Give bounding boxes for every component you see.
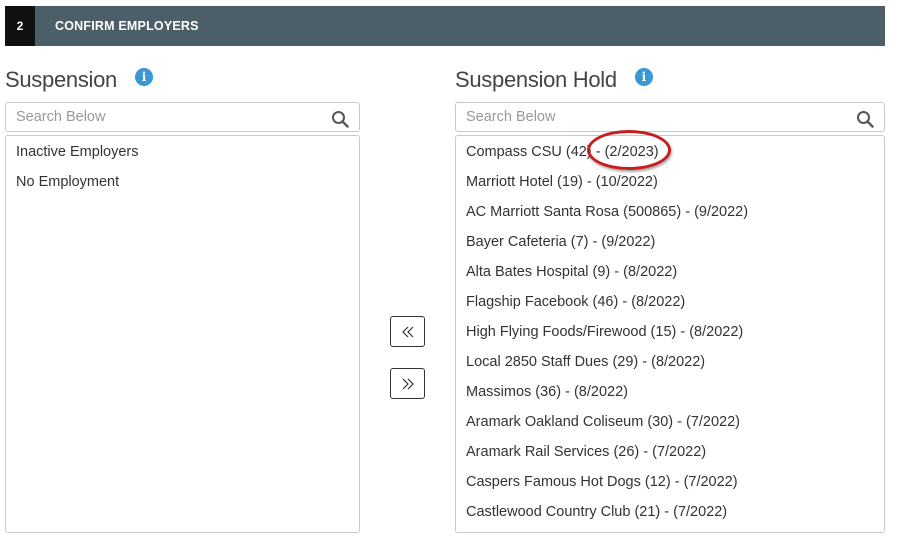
suspension-hold-title: Suspension Hold [455, 67, 617, 92]
suspension-title: Suspension [5, 67, 117, 92]
step-header: 2 CONFIRM EMPLOYERS [5, 6, 885, 46]
list-item[interactable]: Marriott Hotel (19) - (10/2022) [456, 171, 884, 201]
suspension-hold-search-input[interactable] [456, 103, 884, 131]
list-item[interactable]: Bayer Cafeteria (7) - (9/2022) [456, 231, 884, 261]
move-right-button[interactable] [390, 368, 425, 399]
info-icon[interactable]: i [634, 68, 653, 86]
list-item[interactable]: Castlewood Country Club (21) - (7/2022) [456, 501, 884, 531]
search-icon[interactable] [331, 110, 349, 128]
list-item[interactable]: High Flying Foods/Firewood (15) - (8/202… [456, 321, 884, 351]
list-item[interactable]: No Employment [6, 171, 359, 201]
suspension-search-input[interactable] [6, 103, 359, 131]
list-item[interactable]: AC Marriott Santa Rosa (500865) - (9/202… [456, 201, 884, 231]
suspension-panel: Suspension i Inactive Employers No Emplo… [5, 64, 360, 533]
double-chevron-left-icon [401, 326, 413, 337]
list-item[interactable]: Aramark Oakland Coliseum (30) - (7/2022) [456, 411, 884, 441]
list-item[interactable]: Aramark Rail Services (26) - (7/2022) [456, 441, 884, 471]
list-item[interactable]: Flagship Facebook (46) - (8/2022) [456, 291, 884, 321]
list-item[interactable]: Alta Bates Hospital (9) - (8/2022) [456, 261, 884, 291]
suspension-panel-header: Suspension i [5, 64, 360, 96]
suspension-hold-search [455, 102, 885, 132]
suspension-hold-panel: Suspension Hold i Compass CSU (42) - (2/… [455, 64, 885, 533]
step-number: 2 [5, 6, 35, 46]
step-title: CONFIRM EMPLOYERS [55, 19, 199, 33]
suspension-list[interactable]: Inactive Employers No Employment [5, 135, 360, 533]
suspension-search [5, 102, 360, 132]
suspension-hold-list[interactable]: Compass CSU (42) - (2/2023) Marriott Hot… [455, 135, 885, 533]
suspension-hold-panel-header: Suspension Hold i [455, 64, 885, 96]
list-item[interactable]: Massimos (36) - (8/2022) [456, 381, 884, 411]
list-item[interactable]: Compass CSU (42) - (2/2023) [456, 141, 884, 171]
list-item[interactable]: Caspers Famous Hot Dogs (12) - (7/2022) [456, 471, 884, 501]
list-item[interactable]: Inactive Employers [6, 141, 359, 171]
move-left-button[interactable] [390, 316, 425, 347]
info-icon[interactable]: i [134, 68, 153, 86]
list-item[interactable]: Local 2850 Staff Dues (29) - (8/2022) [456, 351, 884, 381]
double-chevron-right-icon [402, 378, 414, 389]
search-icon[interactable] [856, 110, 874, 128]
